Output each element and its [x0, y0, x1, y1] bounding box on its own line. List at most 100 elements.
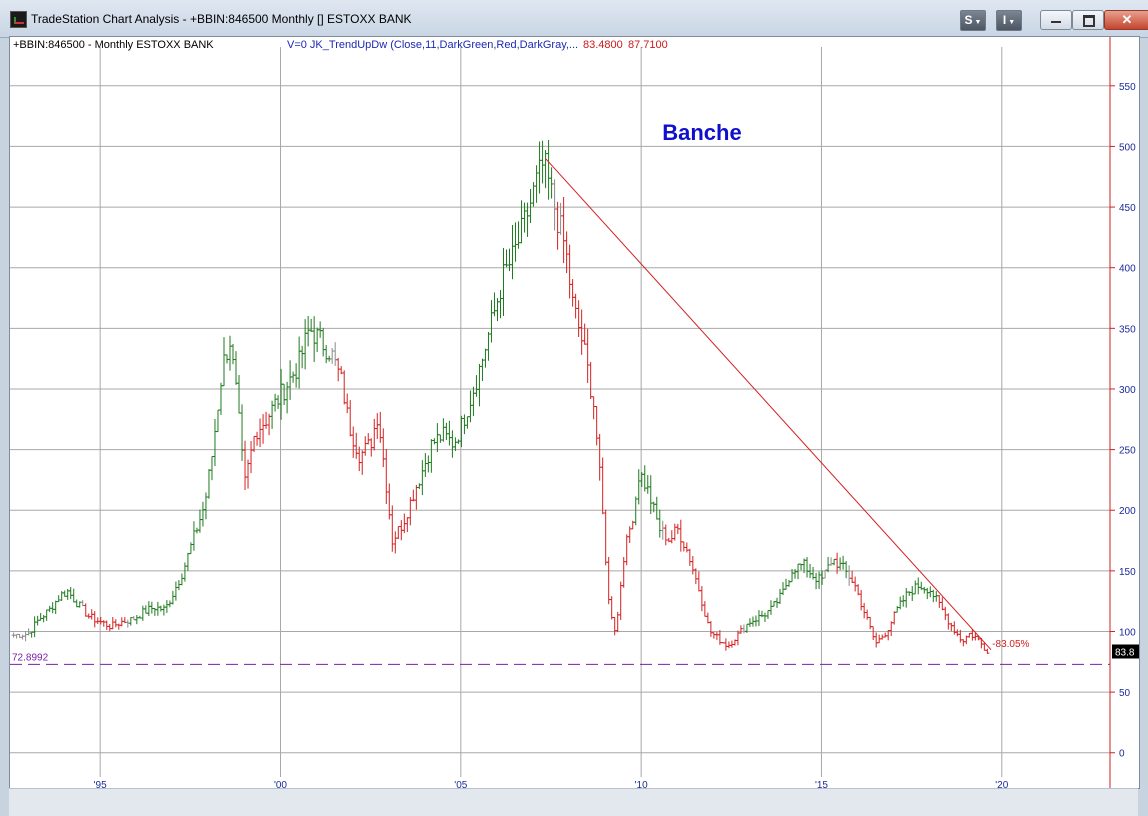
price-bar	[540, 140, 545, 184]
price-bar	[702, 601, 707, 617]
minimize-button[interactable]	[1040, 10, 1072, 30]
price-bar	[71, 588, 76, 603]
price-bar	[249, 441, 254, 474]
price-bar	[582, 323, 587, 345]
price-bar	[372, 418, 377, 451]
price-bar	[699, 586, 704, 612]
price-bar	[315, 327, 320, 353]
price-bar	[856, 584, 861, 596]
price-bar	[342, 370, 347, 405]
price-bar	[528, 189, 533, 224]
price-bar	[892, 611, 897, 625]
price-bar	[684, 542, 689, 553]
price-bar	[465, 416, 470, 429]
s-menu-button[interactable]: S ▼	[960, 10, 986, 31]
price-bar	[723, 638, 728, 651]
close-icon: ✕	[1121, 12, 1133, 27]
price-bar	[633, 496, 638, 526]
price-bar	[555, 201, 560, 250]
price-bar	[492, 292, 497, 317]
horizontal-scrollbar[interactable]	[9, 788, 1138, 816]
price-bar	[47, 605, 52, 612]
price-bar	[501, 247, 506, 316]
x-tick-label: '15	[815, 780, 828, 788]
price-bar	[209, 456, 214, 481]
price-bar	[234, 351, 239, 385]
price-bar	[916, 577, 921, 595]
price-bar	[672, 523, 677, 541]
price-bar	[534, 165, 539, 203]
price-bar	[170, 590, 175, 605]
price-bar	[243, 440, 248, 491]
chart-title: Banche	[662, 120, 741, 145]
price-bar	[345, 393, 350, 414]
price-bar	[642, 465, 647, 492]
price-bar	[889, 621, 894, 637]
close-button[interactable]: ✕	[1104, 10, 1148, 30]
price-bar	[778, 588, 782, 604]
price-bar	[762, 612, 767, 623]
y-tick-label: 400	[1119, 264, 1136, 275]
price-bar	[14, 633, 19, 639]
price-bar	[841, 555, 846, 570]
price-bar	[381, 428, 386, 468]
price-bar	[357, 446, 362, 472]
price-bar	[68, 587, 73, 600]
price-bar	[459, 415, 464, 448]
price-bar	[185, 552, 190, 571]
price-bar	[363, 436, 368, 456]
price-bar	[669, 530, 674, 544]
price-bar	[564, 231, 569, 274]
price-bar	[155, 601, 160, 616]
restore-button[interactable]	[1072, 10, 1104, 30]
price-bar	[645, 475, 650, 494]
window-titlebar: TradeStation Chart Analysis - +BBIN:8465…	[0, 0, 1148, 38]
price-bar	[663, 524, 668, 546]
price-bar	[874, 632, 879, 648]
price-bar	[324, 345, 329, 364]
price-bar	[612, 617, 617, 636]
price-bar	[167, 600, 172, 608]
price-bar	[393, 531, 398, 554]
i-button-label: I	[1002, 13, 1007, 27]
price-bar	[765, 610, 770, 619]
price-bar	[603, 509, 608, 566]
price-bar	[390, 505, 395, 552]
price-bar	[273, 393, 278, 412]
i-menu-button[interactable]: I ▼	[996, 10, 1022, 31]
price-bar	[297, 336, 302, 389]
price-bar	[215, 409, 220, 433]
price-bar	[414, 484, 419, 510]
price-bar	[618, 581, 623, 620]
price-bar	[83, 603, 88, 617]
price-bar	[354, 432, 359, 459]
price-bar	[44, 609, 49, 621]
price-bar	[862, 602, 867, 619]
chart-axes: 0 50 100 150 200 250 300 350 400 450 500 550 '95 '00 '…	[94, 37, 1139, 788]
price-bar	[943, 606, 948, 621]
price-bar	[654, 496, 659, 520]
price-bar	[696, 571, 701, 592]
price-bar	[405, 517, 410, 532]
price-bar	[609, 596, 614, 620]
price-bar	[594, 406, 599, 446]
y-tick-label: 550	[1119, 82, 1136, 93]
price-bar	[107, 623, 112, 632]
i-dropdown-arrow-icon: ▼	[1008, 19, 1016, 26]
price-bar	[56, 595, 61, 603]
price-bar	[110, 617, 115, 630]
restore-icon	[1083, 15, 1095, 27]
price-bar	[489, 300, 494, 343]
x-tick-label: '05	[454, 780, 467, 788]
price-chart[interactable]: 72.8992 -83.05% 0 50 100 150 200 250 300 350 400 4…	[10, 37, 1139, 788]
x-tick-label: '10	[635, 780, 648, 788]
x-tick-label: '20	[995, 780, 1008, 788]
price-bar	[847, 565, 852, 586]
price-bar	[351, 426, 356, 458]
chart-panel[interactable]: +BBIN:846500 - Monthly ESTOXX BANK V=0 J…	[9, 36, 1140, 789]
price-bar	[868, 616, 873, 630]
price-bar	[585, 328, 590, 383]
price-bar	[510, 225, 515, 280]
price-bar	[967, 632, 972, 638]
price-bar	[904, 588, 909, 608]
